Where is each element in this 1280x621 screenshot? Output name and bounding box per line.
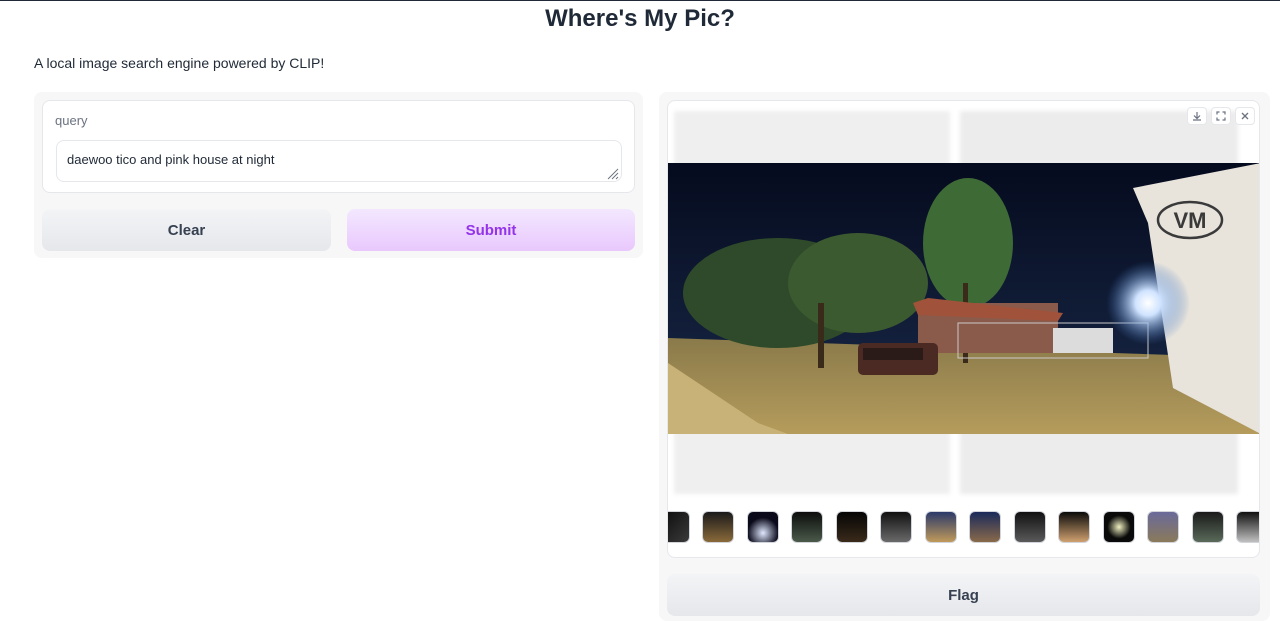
- thumbnail[interactable]: [747, 511, 779, 543]
- download-icon[interactable]: [1187, 107, 1207, 125]
- thumbnail[interactable]: [1103, 511, 1135, 543]
- output-panel: VM Flag: [659, 92, 1270, 621]
- thumbnail[interactable]: [836, 511, 868, 543]
- query-input[interactable]: daewoo tico and pink house at night: [56, 140, 622, 182]
- fullscreen-icon[interactable]: [1211, 107, 1231, 125]
- thumbnail[interactable]: [1192, 511, 1224, 543]
- thumbnail[interactable]: [1014, 511, 1046, 543]
- query-block: query daewoo tico and pink house at nigh…: [42, 100, 635, 193]
- gallery-toolbar: [1187, 107, 1255, 125]
- thumbnail[interactable]: [791, 511, 823, 543]
- resize-grip-icon[interactable]: [607, 168, 619, 180]
- thumbnail[interactable]: [1058, 511, 1090, 543]
- image-gallery: VM: [667, 100, 1260, 558]
- submit-button[interactable]: Submit: [347, 209, 635, 251]
- query-label: query: [55, 113, 88, 128]
- flag-button[interactable]: Flag: [667, 574, 1260, 616]
- app-description: A local image search engine powered by C…: [34, 55, 325, 71]
- thumbnail[interactable]: [925, 511, 957, 543]
- close-icon[interactable]: [1235, 107, 1255, 125]
- thumbnail[interactable]: [969, 511, 1001, 543]
- thumbnail[interactable]: [1236, 511, 1259, 543]
- svg-text:VM: VM: [1174, 208, 1207, 233]
- preview-image[interactable]: VM: [668, 163, 1260, 434]
- clear-button[interactable]: Clear: [42, 209, 331, 251]
- thumbnail[interactable]: [702, 511, 734, 543]
- app-title: Where's My Pic?: [545, 5, 735, 32]
- thumbnail[interactable]: [1147, 511, 1179, 543]
- thumbnail[interactable]: [668, 511, 690, 543]
- input-panel: query daewoo tico and pink house at nigh…: [34, 92, 643, 258]
- thumbnail[interactable]: [880, 511, 912, 543]
